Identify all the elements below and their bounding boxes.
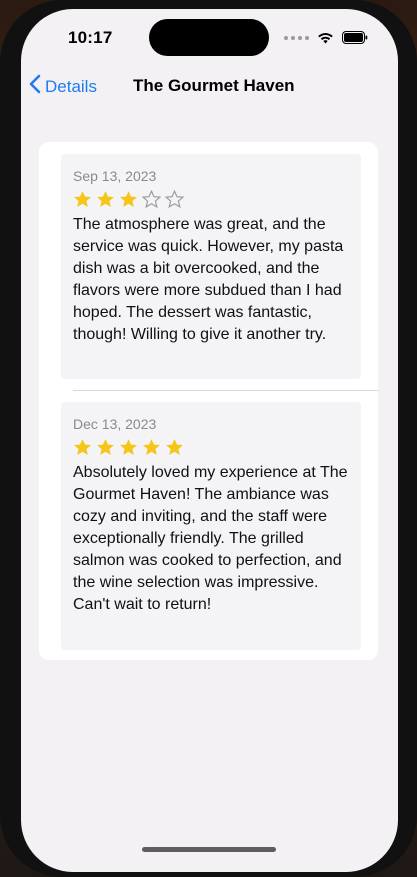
- star-filled-icon: [74, 439, 91, 455]
- star-empty-icon: [165, 190, 184, 209]
- divider: [73, 390, 378, 391]
- back-button[interactable]: Details: [29, 74, 97, 99]
- star-filled-icon: [166, 439, 183, 455]
- review-text: Absolutely loved my experience at The Go…: [73, 464, 348, 613]
- dynamic-island: [149, 19, 269, 56]
- wifi-icon: [317, 32, 334, 44]
- review-date: Dec 13, 2023: [73, 416, 157, 432]
- battery-icon: [342, 31, 368, 44]
- review-item: Dec 13, 2023 Absolutely loved my experie…: [61, 402, 361, 650]
- reviews-card: Sep 13, 2023 The atmosphere was great, a…: [39, 142, 378, 660]
- screen: 10:17 Details The Gourmet Haven Sep 13, …: [21, 9, 398, 872]
- home-indicator: [142, 847, 276, 852]
- star-rating: [73, 438, 349, 457]
- star-rating: [73, 190, 349, 209]
- chevron-left-icon: [29, 74, 41, 99]
- star-filled-icon: [74, 191, 91, 207]
- star-filled-icon: [120, 191, 137, 207]
- status-time: 10:17: [68, 28, 113, 47]
- star-filled-icon: [97, 191, 114, 207]
- star-filled-icon: [97, 439, 114, 455]
- star-filled-icon: [143, 439, 160, 455]
- back-button-label: Details: [45, 76, 97, 96]
- signal-dots-icon: [284, 35, 309, 40]
- star-filled-icon: [120, 439, 137, 455]
- status-icons: [284, 31, 368, 44]
- review-date: Sep 13, 2023: [73, 168, 157, 184]
- navigation-bar: Details The Gourmet Haven: [21, 71, 398, 101]
- star-empty-icon: [142, 190, 161, 209]
- review-text: The atmosphere was great, and the servic…: [73, 216, 344, 343]
- page-title: The Gourmet Haven: [133, 76, 295, 95]
- review-item: Sep 13, 2023 The atmosphere was great, a…: [61, 154, 361, 379]
